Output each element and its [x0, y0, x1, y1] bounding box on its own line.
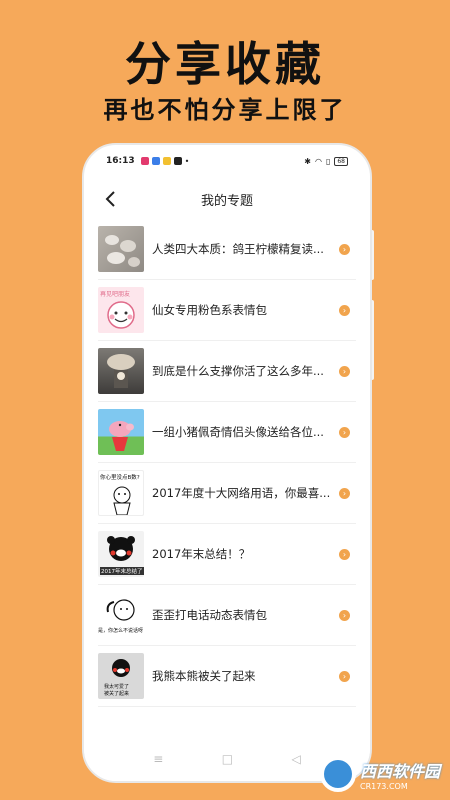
back-triangle-icon[interactable]: ◁ — [292, 752, 301, 766]
phone-screen: 16:13 • ✱ ◠ ▯ 68 我的专题 人类四大本质：鸽王柠檬精复读... … — [82, 143, 372, 783]
watermark-url: CR173.COM — [359, 781, 408, 791]
topic-list: 人类四大本质：鸽王柠檬精复读... › 再见吧朋友 仙女专用粉色系表情包 › 到… — [98, 219, 356, 707]
wifi-icon: ◠ — [314, 156, 322, 166]
thumb-caption: 我太可爱了 — [104, 684, 130, 690]
list-item[interactable]: 一组小猪佩奇情侣头像送给各位... › — [98, 402, 356, 463]
topic-title: 2017年末总结！？ — [152, 547, 251, 561]
peppa-pig-image — [109, 421, 134, 451]
topic-title: 到底是什么支撑你活了这么多年... — [152, 364, 324, 378]
page-title: 我的专题 — [200, 193, 253, 209]
promo-title: 分享收藏 — [125, 37, 325, 91]
list-item[interactable]: 人类四大本质：鸽王柠檬精复读... › — [98, 219, 356, 280]
bluetooth-icon: ✱ — [304, 156, 311, 166]
topic-title: 歪歪打电话动态表情包 — [152, 608, 267, 622]
list-item[interactable]: 我太可爱了 被关了起来 我熊本熊被关了起来 › — [98, 646, 356, 707]
notification-app-icon — [173, 157, 182, 165]
topic-thumbnail — [98, 348, 144, 394]
notification-app-icon — [151, 157, 160, 165]
watermark: 西西软件园 CR173.COM — [319, 756, 440, 792]
signal-icon: ▯ — [325, 156, 331, 166]
list-item[interactable]: 你心里没点B数? 2017年度十大网络用语，你最喜... › — [98, 463, 356, 524]
chevron-right-icon: › — [339, 549, 350, 560]
watermark-brand: 西西软件园 — [359, 761, 440, 781]
chevron-right-icon: › — [339, 305, 350, 316]
menu-icon[interactable]: ≡ — [153, 752, 163, 766]
thumb-caption: 2017年末总结了 — [100, 567, 144, 575]
topic-thumbnail: 是，你怎么不说话呀 — [98, 592, 144, 638]
topic-thumbnail: 2017年末总结了 — [98, 531, 144, 577]
thumb-caption: 你心里没点B数? — [100, 475, 140, 481]
thumb-caption: 是，你怎么不说话呀 — [98, 628, 144, 634]
topic-title: 2017年度十大网络用语，你最喜... — [152, 486, 331, 500]
topic-title: 我熊本熊被关了起来 — [152, 669, 256, 683]
status-bar: 16:13 • ✱ ◠ ▯ 68 — [84, 145, 370, 177]
chevron-right-icon: › — [339, 427, 350, 438]
topic-title: 人类四大本质：鸽王柠檬精复读... — [152, 242, 324, 256]
topic-thumbnail — [98, 226, 144, 272]
nav-bar: 我的专题 — [84, 181, 370, 217]
chevron-right-icon: › — [339, 244, 350, 255]
list-item[interactable]: 再见吧朋友 仙女专用粉色系表情包 › — [98, 280, 356, 341]
status-indicators: ✱ ◠ ▯ 68 — [304, 156, 348, 166]
status-time: 16:13 — [106, 156, 135, 166]
thumb-caption: 再见吧朋友 — [100, 291, 131, 298]
pigeons-image — [105, 235, 140, 267]
topic-thumbnail — [98, 409, 144, 455]
topic-title: 仙女专用粉色系表情包 — [152, 303, 267, 317]
site-logo-icon — [319, 756, 356, 792]
chevron-right-icon: › — [339, 366, 350, 377]
battery-icon: 68 — [334, 156, 348, 166]
chevron-right-icon: › — [339, 488, 350, 499]
notification-app-icon — [140, 157, 149, 165]
notification-app-icon — [162, 157, 171, 165]
list-item[interactable]: 到底是什么支撑你活了这么多年... › — [98, 341, 356, 402]
topic-thumbnail: 你心里没点B数? — [98, 470, 144, 516]
chevron-right-icon: › — [339, 671, 350, 682]
animal-photo-image — [107, 354, 135, 388]
home-icon[interactable]: □ — [222, 752, 233, 766]
thumb-caption: 被关了起来 — [104, 691, 130, 697]
list-item[interactable]: 是，你怎么不说话呀 歪歪打电话动态表情包 › — [98, 585, 356, 646]
list-item[interactable]: 2017年末总结了 2017年末总结！？ › — [98, 524, 356, 585]
back-button[interactable] — [98, 187, 122, 211]
chevron-right-icon: › — [339, 610, 350, 621]
topic-thumbnail: 再见吧朋友 — [98, 287, 144, 333]
promo-subtitle: 再也不怕分享上限了 — [103, 96, 347, 124]
chevron-left-icon — [105, 191, 115, 207]
more-dot-icon: • — [184, 156, 190, 166]
topic-thumbnail: 我太可爱了 被关了起来 — [98, 653, 144, 699]
topic-title: 一组小猪佩奇情侣头像送给各位... — [152, 425, 324, 439]
